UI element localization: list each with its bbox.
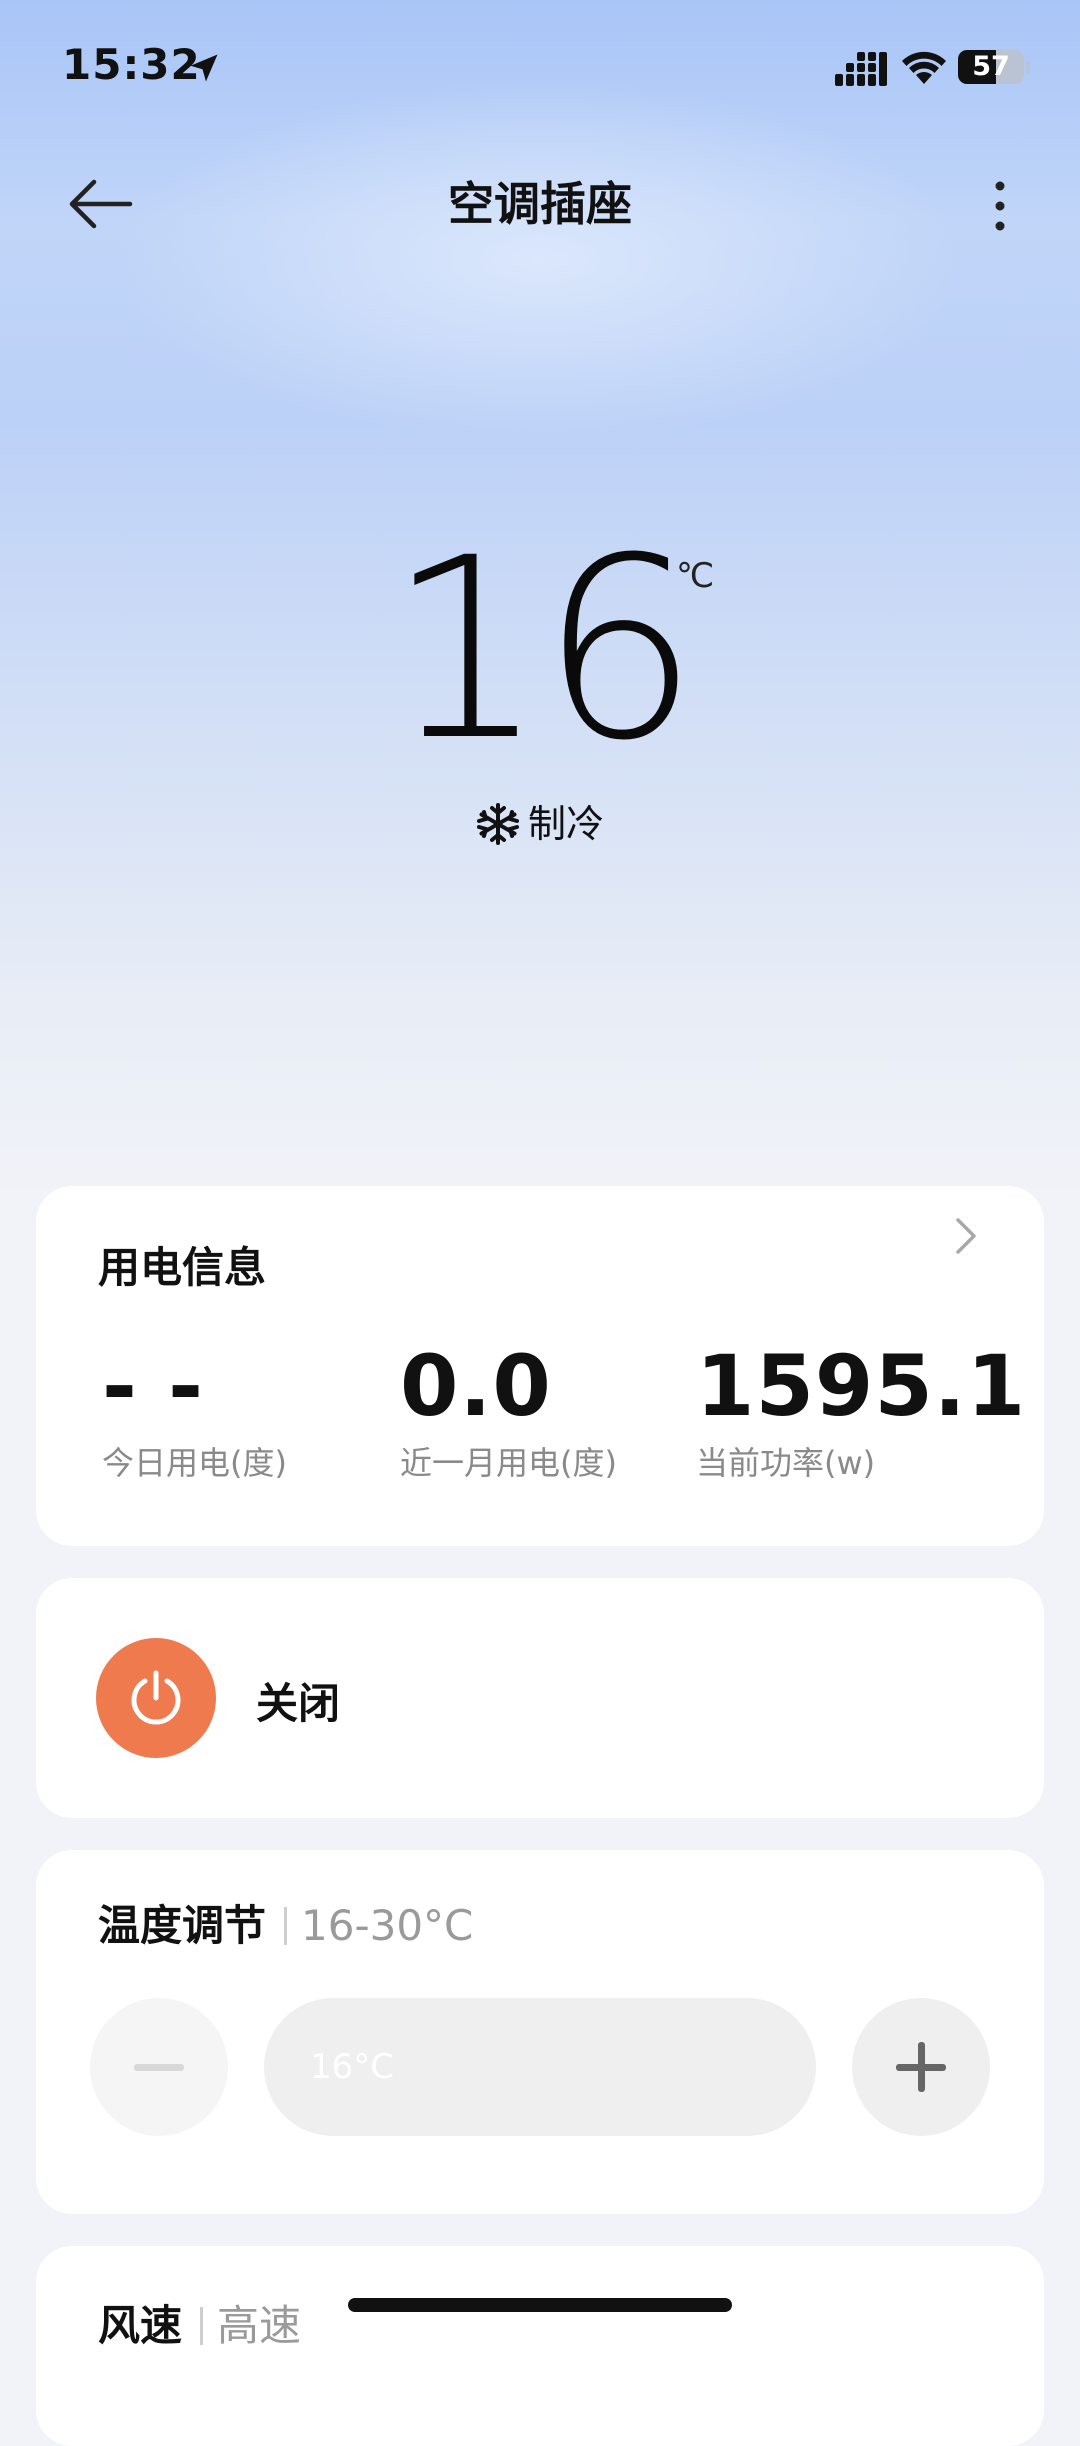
power-card: 关闭 xyxy=(36,1578,1044,1818)
energy-card-title: 用电信息 xyxy=(98,1243,267,1292)
increase-temperature-button[interactable] xyxy=(852,1998,990,2136)
location-arrow-icon xyxy=(190,54,218,82)
chevron-right-icon[interactable] xyxy=(948,1206,984,1266)
fan-speed-value: 高速 xyxy=(217,2301,302,2350)
temperature-control-title: 温度调节 xyxy=(98,1901,267,1950)
snowflake-icon xyxy=(476,802,519,845)
more-options-icon[interactable] xyxy=(972,170,1028,242)
status-time: 15:32 xyxy=(62,40,201,89)
battery-percentage: 57 xyxy=(972,51,1010,82)
temperature-control-card: 温度调节 16-30°C 16°C xyxy=(36,1850,1044,2214)
wifi-icon xyxy=(902,51,946,84)
power-state-label: 关闭 xyxy=(256,1679,341,1728)
battery-icon: 57 xyxy=(958,50,1024,84)
month-energy-value: 0.0 xyxy=(400,1337,552,1435)
mode-label: 制冷 xyxy=(527,802,604,846)
current-temperature: 16 xyxy=(386,504,699,795)
power-icon xyxy=(131,1670,181,1725)
fan-speed-title: 风速 xyxy=(98,2301,183,2350)
fan-speed-card[interactable]: 风速 高速 xyxy=(36,2246,1044,2446)
temperature-control-header: 温度调节 16-30°C xyxy=(98,1896,473,1956)
title-divider xyxy=(200,2306,204,2345)
cellular-signal-icon xyxy=(835,52,887,86)
temperature-slider-value: 16°C xyxy=(310,2047,395,2087)
power-toggle-button[interactable] xyxy=(96,1638,216,1758)
temperature-slider[interactable]: 16°C xyxy=(264,1998,816,2136)
today-energy-stat: - - 今日用电(度) xyxy=(102,1336,287,1484)
plus-icon-vertical xyxy=(918,2042,925,2092)
home-indicator[interactable] xyxy=(348,2298,732,2312)
today-energy-value: - - xyxy=(102,1337,204,1435)
energy-info-card[interactable]: 用电信息 - - 今日用电(度) 0.0 近一月用电(度) 1595.1 当前功… xyxy=(36,1186,1044,1546)
mode-indicator: 制冷 xyxy=(0,798,1080,850)
fan-speed-header: 风速 高速 xyxy=(98,2296,301,2356)
decrease-temperature-button[interactable] xyxy=(90,1998,228,2136)
status-bar: 15:32 57 xyxy=(0,0,1080,130)
current-power-value: 1595.1 xyxy=(696,1337,1027,1435)
minus-icon xyxy=(134,2064,184,2071)
month-energy-label: 近一月用电(度) xyxy=(400,1444,617,1482)
title-divider xyxy=(284,1906,288,1945)
current-power-label: 当前功率(w) xyxy=(696,1444,876,1482)
month-energy-stat: 0.0 近一月用电(度) xyxy=(400,1336,617,1484)
temperature-range: 16-30°C xyxy=(301,1901,474,1950)
page-title: 空调插座 xyxy=(448,177,632,231)
today-energy-label: 今日用电(度) xyxy=(102,1444,287,1482)
current-power-stat: 1595.1 当前功率(w) xyxy=(696,1336,1026,1484)
temperature-unit: ℃ xyxy=(676,556,715,596)
battery-tip xyxy=(1026,61,1030,73)
